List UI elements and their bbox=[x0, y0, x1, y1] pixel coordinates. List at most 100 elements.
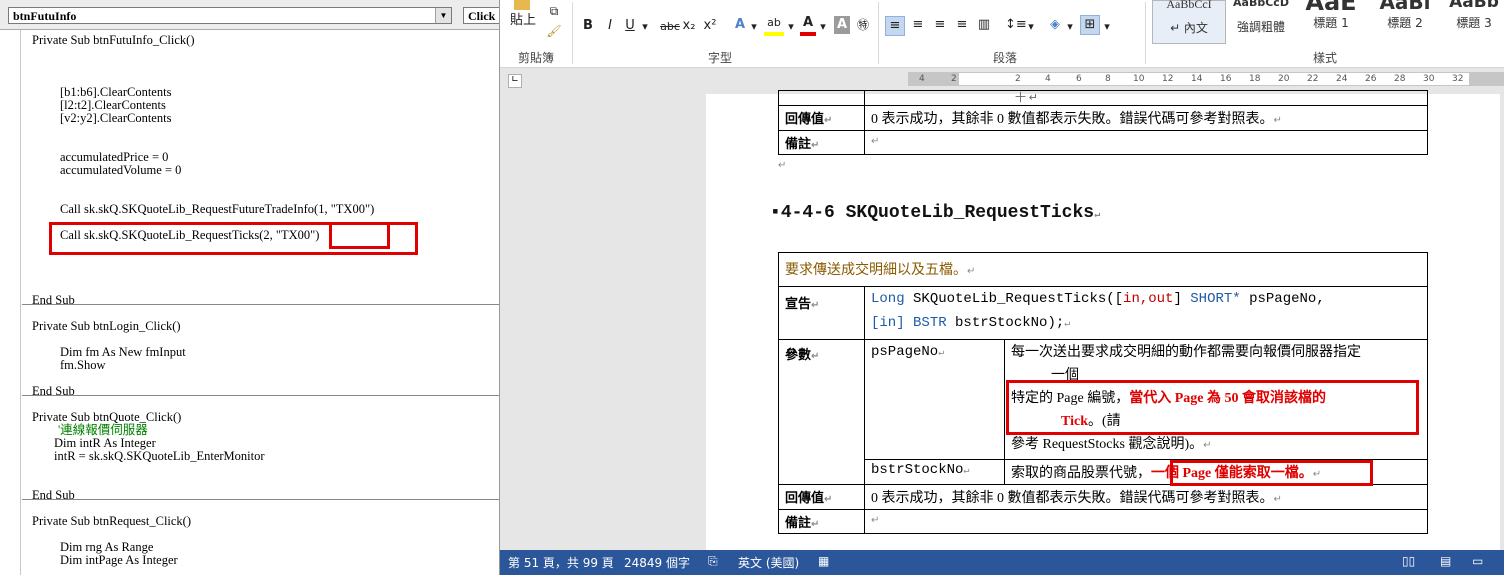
text-effects-icon[interactable]: A bbox=[732, 16, 748, 34]
code-line: accumulatedVolume = 0 bbox=[60, 163, 182, 177]
procedure-combo[interactable]: Click bbox=[463, 7, 499, 24]
strikethrough-button[interactable]: abc bbox=[657, 18, 683, 36]
horizontal-ruler[interactable]: 4 2 2 4 6 8 10 12 14 16 18 20 22 24 26 2… bbox=[908, 72, 1504, 86]
word-count[interactable]: 24849 個字 bbox=[624, 554, 690, 571]
procedure-separator bbox=[22, 395, 499, 396]
note-label: 備註↵ bbox=[778, 130, 865, 155]
description-cell: 要求傳送成交明細以及五檔。↵ bbox=[778, 252, 1428, 287]
ruler-tick: 16 bbox=[1220, 74, 1232, 84]
chevron-down-icon[interactable]: ▾ bbox=[640, 18, 650, 36]
chevron-down-icon[interactable]: ▾ bbox=[1103, 18, 1111, 36]
borders-icon[interactable]: ⊞ bbox=[1080, 15, 1100, 35]
ruler-tick: 2 bbox=[1015, 74, 1021, 84]
ribbon-divider bbox=[572, 2, 573, 64]
param-name-bstrstockno: bstrStockNo↵ bbox=[864, 459, 1005, 485]
top-table: 十 ↵ 回傳值↵ 0 表示成功，其餘非 0 數值都表示失敗。錯誤代碼可參考對照表… bbox=[778, 90, 1428, 155]
read-mode-icon[interactable]: ▯▯ bbox=[1402, 554, 1415, 568]
align-left-button[interactable]: ≡ bbox=[885, 16, 905, 36]
style-name: 強調粗體 bbox=[1236, 20, 1285, 34]
enclose-char-icon[interactable]: ㊕ bbox=[855, 16, 871, 34]
style-preview: AaE bbox=[1296, 0, 1366, 10]
proofing-icon[interactable]: ⎘ bbox=[708, 554, 718, 569]
highlight-icon[interactable]: ab bbox=[764, 14, 784, 36]
note-label: 備註↵ bbox=[778, 509, 865, 534]
ruler-tick: 14 bbox=[1191, 74, 1203, 84]
style-name: ↵ 內文 bbox=[1170, 21, 1208, 35]
style-preview: AaBbCcI bbox=[1166, 0, 1212, 11]
style-preview: AaBbCcD bbox=[1233, 0, 1289, 9]
paste-icon[interactable] bbox=[514, 0, 530, 10]
ruler-tick: 4 bbox=[919, 74, 925, 84]
format-painter-icon[interactable]: 🖌 bbox=[546, 22, 562, 40]
style-heading-3[interactable]: AaBb 標題 3 bbox=[1444, 0, 1504, 44]
paragraph-mark: ↵ bbox=[778, 160, 787, 171]
procedure-separator bbox=[22, 304, 499, 305]
return-label: 回傳值↵ bbox=[778, 105, 865, 131]
align-center-button[interactable]: ≡ bbox=[908, 16, 928, 34]
ruler-tick: 24 bbox=[1336, 74, 1348, 84]
chevron-down-icon[interactable]: ▼ bbox=[435, 8, 451, 23]
ribbon: 貼上 ⧉ 🖌 剪貼簿 B I U ▾ abc x₂ x² A ▾ ab ▾ A … bbox=[500, 0, 1504, 68]
chevron-down-icon[interactable]: ▾ bbox=[819, 18, 827, 36]
bold-button[interactable]: B bbox=[582, 17, 594, 35]
paragraph-group-label: 段落 bbox=[992, 51, 1017, 65]
style-name: 標題 2 bbox=[1387, 16, 1423, 30]
highlight-box bbox=[1170, 460, 1373, 486]
align-right-button[interactable]: ≡ bbox=[930, 16, 950, 34]
copy-icon[interactable]: ⧉ bbox=[546, 2, 562, 20]
partial-row-text: 十 ↵ bbox=[864, 90, 1428, 106]
page-count[interactable]: 第 51 頁，共 99 頁 bbox=[508, 554, 614, 571]
code-line: Private Sub btnLogin_Click() bbox=[32, 319, 181, 333]
chevron-down-icon[interactable]: ▾ bbox=[1066, 18, 1074, 36]
note-cell: ↵ bbox=[864, 130, 1428, 155]
style-heading-1[interactable]: AaE 標題 1 bbox=[1296, 0, 1366, 44]
code-line: intR = sk.skQ.SKQuoteLib_EnterMonitor bbox=[54, 449, 265, 463]
superscript-button[interactable]: x² bbox=[703, 17, 717, 35]
document-page[interactable]: 十 ↵ 回傳值↵ 0 表示成功，其餘非 0 數值都表示失敗。錯誤代碼可參考對照表… bbox=[706, 90, 1500, 550]
shading-icon[interactable]: ◈ bbox=[1046, 16, 1064, 34]
ruler-tick: 30 bbox=[1423, 74, 1435, 84]
chevron-down-icon[interactable]: ▾ bbox=[1027, 18, 1035, 36]
style-normal[interactable]: AaBbCcI ↵ 內文 bbox=[1152, 0, 1226, 44]
clipboard-group-label: 剪貼簿 bbox=[517, 51, 554, 65]
object-combo[interactable]: btnFutuInfo ▼ bbox=[8, 7, 452, 24]
ruler-tick: 22 bbox=[1307, 74, 1319, 84]
code-line: Private Sub btnRequest_Click() bbox=[32, 514, 192, 528]
font-color-icon[interactable]: A bbox=[800, 14, 816, 36]
section-heading: ▪4-4-6 SKQuoteLib_RequestTicks↵ bbox=[770, 203, 1101, 223]
object-combo-value: btnFutuInfo bbox=[13, 9, 77, 23]
ruler-tick: 26 bbox=[1365, 74, 1377, 84]
code-pane[interactable]: Private Sub btnFutuInfo_Click() [b1:b6].… bbox=[0, 30, 499, 575]
ruler-tick: 20 bbox=[1278, 74, 1290, 84]
code-line: End Sub bbox=[32, 384, 75, 398]
macro-record-icon[interactable]: ▦ bbox=[818, 554, 829, 568]
code-line: End Sub bbox=[32, 293, 75, 307]
procedure-separator bbox=[22, 499, 499, 500]
ruler-margin bbox=[1469, 73, 1503, 85]
subscript-button[interactable]: x₂ bbox=[682, 17, 696, 35]
chevron-down-icon[interactable]: ▾ bbox=[787, 18, 795, 36]
distributed-button[interactable]: ▥ bbox=[975, 16, 993, 34]
language-status[interactable]: 英文 (美國) bbox=[738, 554, 799, 571]
style-strong[interactable]: AaBbCcD 強調粗體 bbox=[1230, 0, 1292, 44]
justify-button[interactable]: ≡ bbox=[952, 16, 972, 34]
code-line: Private Sub btnFutuInfo_Click() bbox=[32, 33, 195, 47]
return-text: 0 表示成功，其餘非 0 數值都表示失敗。錯誤代碼可參考對照表。↵ bbox=[864, 105, 1428, 131]
italic-button[interactable]: I bbox=[604, 17, 616, 35]
ruler-tick: 10 bbox=[1133, 74, 1145, 84]
char-shading-icon[interactable]: A bbox=[834, 16, 850, 34]
chevron-down-icon[interactable]: ▾ bbox=[750, 18, 758, 36]
underline-button[interactable]: U bbox=[624, 17, 636, 35]
vba-code-window[interactable]: btnFutuInfo ▼ Click Private Sub btnFutuI… bbox=[0, 0, 500, 575]
param-name-pspageno: psPageNo↵ bbox=[864, 339, 1005, 460]
tab-selector-icon[interactable]: ∟ bbox=[508, 74, 522, 88]
web-layout-icon[interactable]: ▭ bbox=[1472, 554, 1483, 568]
print-layout-icon[interactable]: ▤ bbox=[1440, 554, 1451, 568]
ruler-tick: 6 bbox=[1076, 74, 1082, 84]
style-heading-2[interactable]: AaBl 標題 2 bbox=[1370, 0, 1440, 44]
paste-button[interactable]: 貼上 bbox=[508, 12, 538, 30]
styles-group-label: 樣式 bbox=[1312, 51, 1337, 65]
line-spacing-icon[interactable]: ↕≡ bbox=[1005, 16, 1027, 34]
style-name: 標題 1 bbox=[1313, 16, 1349, 30]
highlight-box bbox=[1006, 380, 1419, 435]
